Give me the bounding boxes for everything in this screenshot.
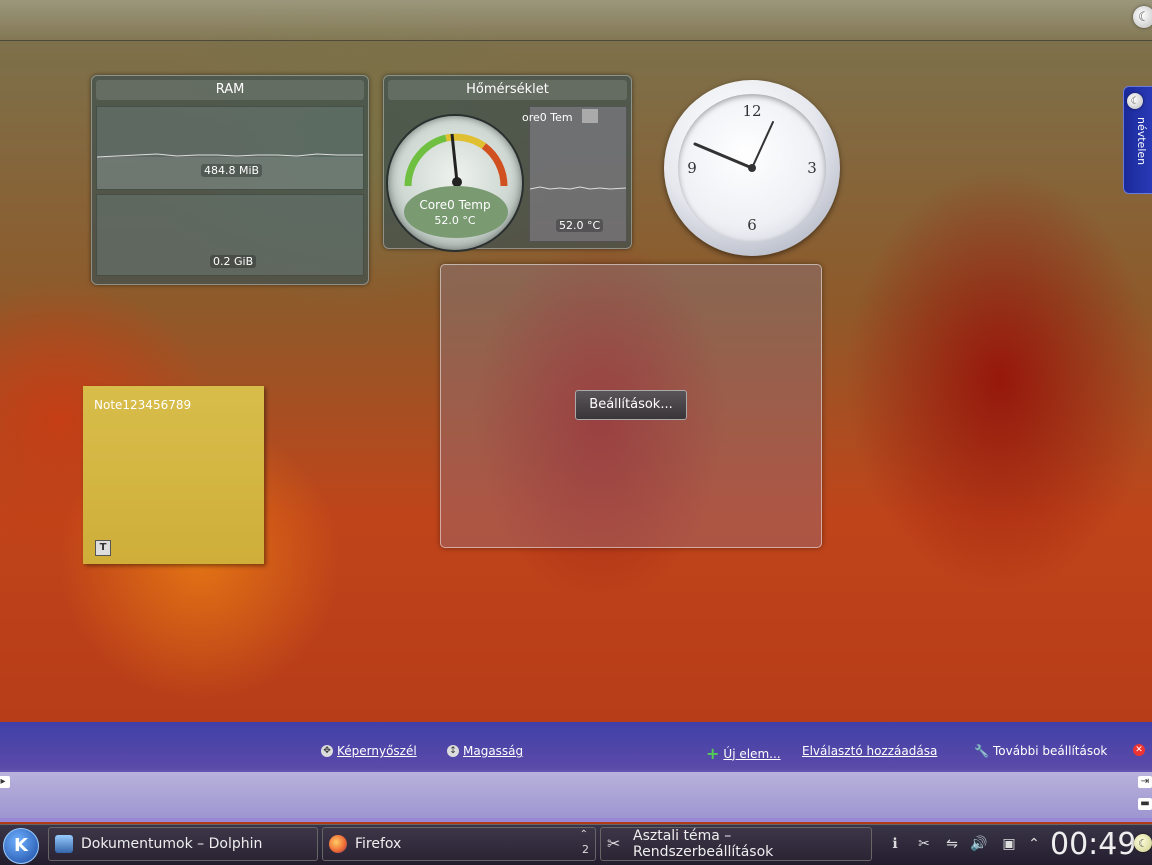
analog-clock: 12 3 6 9 — [664, 80, 840, 256]
add-widgets-button[interactable]: + Új elem... — [706, 744, 781, 763]
firefox-icon — [329, 835, 347, 853]
task-dolphin-label: Dokumentumok – Dolphin — [81, 836, 263, 852]
tools-icon: ✂ — [607, 834, 621, 853]
network-icon[interactable]: ⇋ — [943, 835, 961, 853]
ram-widget-title: RAM — [96, 80, 364, 100]
ram-widget: RAM 484.8 MiB 0.2 GiB — [91, 75, 369, 285]
task-group-arrow-icon: ⌃ — [579, 829, 588, 840]
application-launcher-button[interactable]: K — [3, 828, 39, 864]
temperature-plot: ore0 Tem 52.0 °C — [522, 106, 627, 242]
move-icon: ✥ — [321, 745, 333, 757]
plus-icon: + — [706, 744, 720, 763]
desktop-toolbox-icon[interactable]: ☾ — [1133, 6, 1152, 28]
temperature-widget: Hőmérséklet Core0 Temp 52.0 °C ore0 Tem … — [383, 75, 632, 252]
screen-edge-label: Képernyőszél — [337, 744, 417, 758]
add-widgets-label: Új elem... — [723, 746, 781, 761]
configure-button[interactable]: Beállítások... — [575, 390, 687, 420]
resize-vertical-icon: ↕ — [447, 745, 459, 757]
panel-size-ruler: ▸ ⇥ ▬ — [0, 772, 1152, 818]
dolphin-icon — [55, 835, 73, 853]
add-spacer-label: Elválasztó hozzáadása — [802, 744, 938, 758]
max-width-slider-handle[interactable]: ⇥ — [1138, 776, 1152, 788]
sticky-note[interactable]: Note123456789 T — [83, 386, 264, 564]
panel-toolbox-icon[interactable]: ☾ — [1134, 834, 1152, 852]
task-system-settings[interactable]: ✂ Asztali téma – Rendszerbeállítások — [600, 827, 872, 861]
note-format-icon[interactable]: T — [95, 540, 111, 556]
more-settings-button[interactable]: 🔧 További beállítások — [974, 744, 1107, 758]
add-spacer-button[interactable]: Elválasztó hozzáadása — [802, 744, 937, 758]
activity-tab[interactable]: ☾ névtelen — [1123, 86, 1152, 194]
activity-cashew-icon: ☾ — [1127, 93, 1143, 109]
task-firefox-label: Firefox — [355, 836, 402, 852]
task-system-settings-label: Asztali téma – Rendszerbeállítások — [633, 828, 774, 860]
wrench-icon: 🔧 — [974, 744, 989, 758]
clock-hands — [693, 121, 774, 172]
temperature-gauge: Core0 Temp 52.0 °C — [386, 114, 524, 252]
task-group-count: 2 — [582, 843, 589, 856]
activity-name: névtelen — [1135, 117, 1148, 166]
volume-icon[interactable]: 🔊 — [970, 835, 988, 853]
clock-face: 12 3 6 9 — [678, 94, 826, 242]
note-text[interactable]: Note123456789 — [94, 398, 191, 412]
panel-controller: ✥ Képernyőszél ↕ Magasság + Új elem... E… — [0, 722, 1152, 822]
more-settings-label: További beállítások — [992, 744, 1108, 758]
digital-clock[interactable]: 00:49 — [1050, 827, 1136, 863]
device-notifier-icon[interactable]: ▣ — [1000, 835, 1018, 853]
gauge-label: Core0 Temp — [419, 198, 491, 212]
taskbar: K Dokumentumok – Dolphin Firefox 2 ⌃ ✂ A… — [0, 824, 1152, 865]
unconfigured-widget: Beállítások... — [440, 264, 822, 548]
screen-edge-handle[interactable]: ✥ Képernyőszél — [321, 744, 417, 758]
gauge-value: 52.0 °C — [434, 214, 476, 227]
gauge-dial — [404, 133, 508, 238]
height-handle[interactable]: ↕ Magasság — [447, 744, 523, 758]
ram-value-lower: 0.2 GiB — [210, 255, 257, 268]
offset-slider-handle[interactable]: ▸ — [0, 776, 10, 788]
min-width-slider-handle[interactable]: ▬ — [1138, 798, 1152, 810]
task-firefox[interactable]: Firefox 2 ⌃ — [322, 827, 596, 861]
close-controller-button[interactable]: ✕ — [1133, 744, 1145, 756]
task-dolphin[interactable]: Dokumentumok – Dolphin — [48, 827, 318, 861]
temperature-widget-title: Hőmérséklet — [388, 80, 627, 100]
info-icon[interactable]: ℹ — [886, 835, 904, 853]
temperature-plot-value: 52.0 °C — [556, 219, 604, 232]
ram-plot-lower: 0.2 GiB — [96, 194, 364, 276]
ram-plot-upper: 484.8 MiB — [96, 106, 364, 190]
clipboard-icon[interactable]: ✂ — [915, 835, 933, 853]
close-icon: ✕ — [1133, 744, 1145, 756]
height-label: Magasság — [463, 744, 524, 758]
ram-value-upper: 484.8 MiB — [201, 164, 263, 177]
tray-expand-icon[interactable]: ⌃ — [1025, 835, 1043, 853]
desktop-top-strip — [0, 0, 1152, 41]
